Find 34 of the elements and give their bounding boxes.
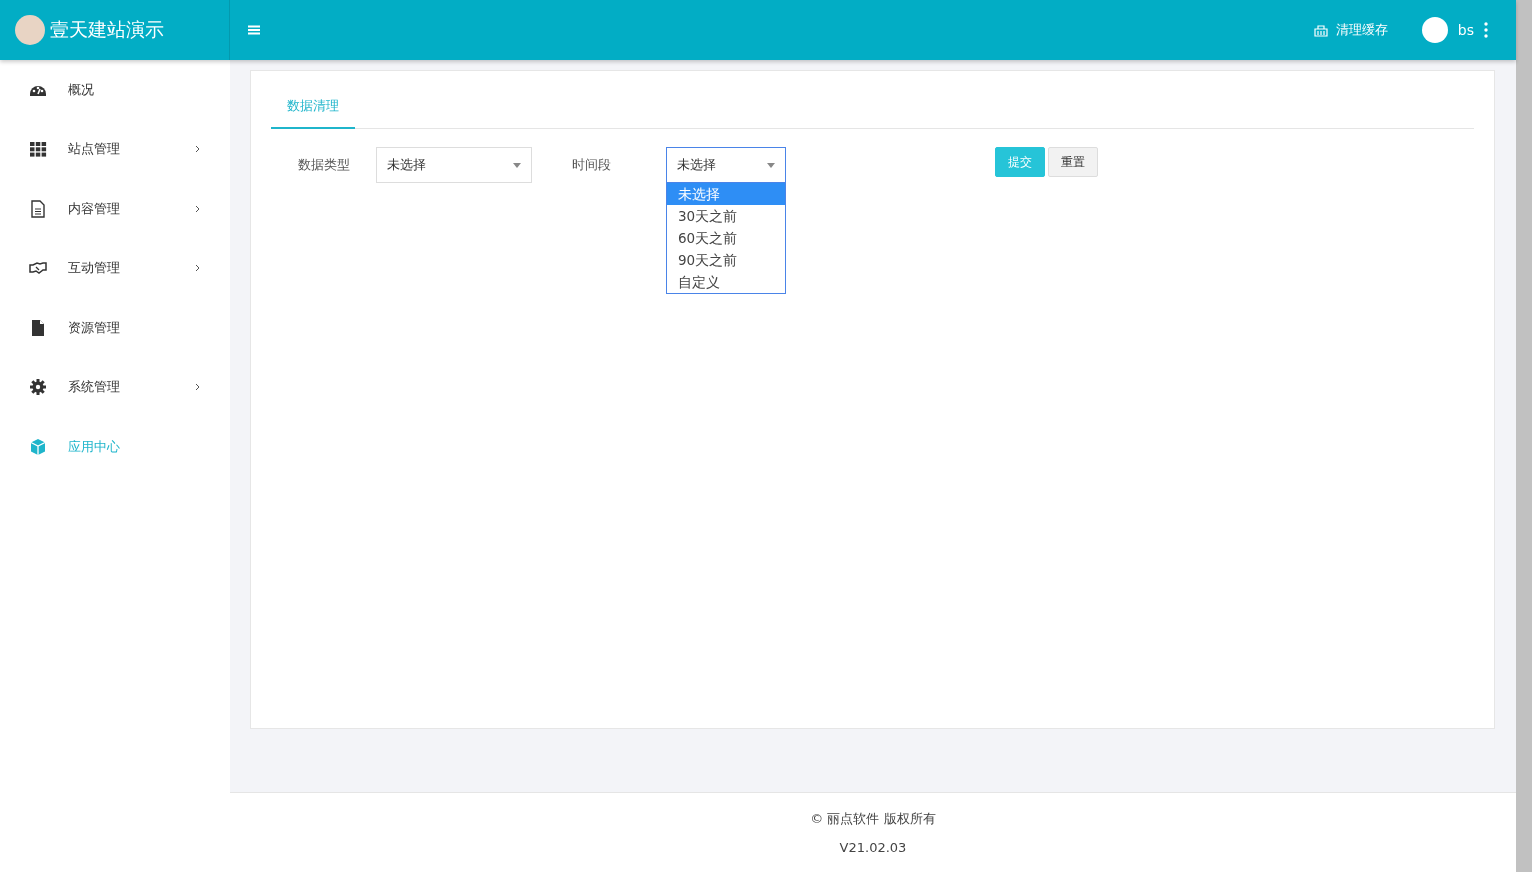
- sidebar-item[interactable]: 互动管理: [0, 238, 230, 298]
- menu-icon[interactable]: [248, 25, 260, 35]
- basket-icon: [1313, 23, 1328, 37]
- settings-icon: [29, 378, 47, 397]
- dropdown-option[interactable]: 30天之前: [667, 205, 785, 227]
- site-title: 壹天建站演示: [50, 17, 164, 42]
- sidebar-item[interactable]: 站点管理: [0, 119, 230, 179]
- more-icon[interactable]: [1484, 22, 1488, 38]
- sidebar-item[interactable]: 资源管理: [0, 298, 230, 358]
- chevron-icon: [195, 264, 200, 273]
- document-icon: [29, 199, 47, 218]
- field-label: 时间段: [572, 156, 612, 174]
- data-type-select[interactable]: 未选择: [376, 147, 532, 183]
- reset-button[interactable]: 重置: [1048, 147, 1098, 177]
- period-select[interactable]: 未选择: [666, 147, 786, 183]
- dropdown-option[interactable]: 90天之前: [667, 249, 785, 271]
- chevron-icon: [195, 383, 200, 392]
- dropdown-option[interactable]: 60天之前: [667, 227, 785, 249]
- version-text: V21.02.03: [839, 840, 907, 855]
- user-avatar[interactable]: [1421, 17, 1448, 43]
- caret-icon: [767, 162, 775, 168]
- file-icon: [29, 318, 47, 337]
- chevron-icon: [195, 145, 200, 154]
- sidebar-item[interactable]: 系统管理: [0, 357, 230, 417]
- field-label: 数据类型: [296, 156, 351, 174]
- sidebar-item[interactable]: 内容管理: [0, 179, 230, 239]
- copyright-text: © 丽点软件 版权所有: [810, 810, 936, 828]
- sidebar-item[interactable]: 概况: [0, 60, 230, 120]
- grid-icon: [29, 140, 47, 159]
- logo-avatar: [15, 15, 45, 45]
- caret-icon: [513, 162, 521, 168]
- chevron-icon: [195, 204, 200, 213]
- dropdown-option[interactable]: 自定义: [667, 271, 785, 293]
- cube-icon: [29, 437, 47, 456]
